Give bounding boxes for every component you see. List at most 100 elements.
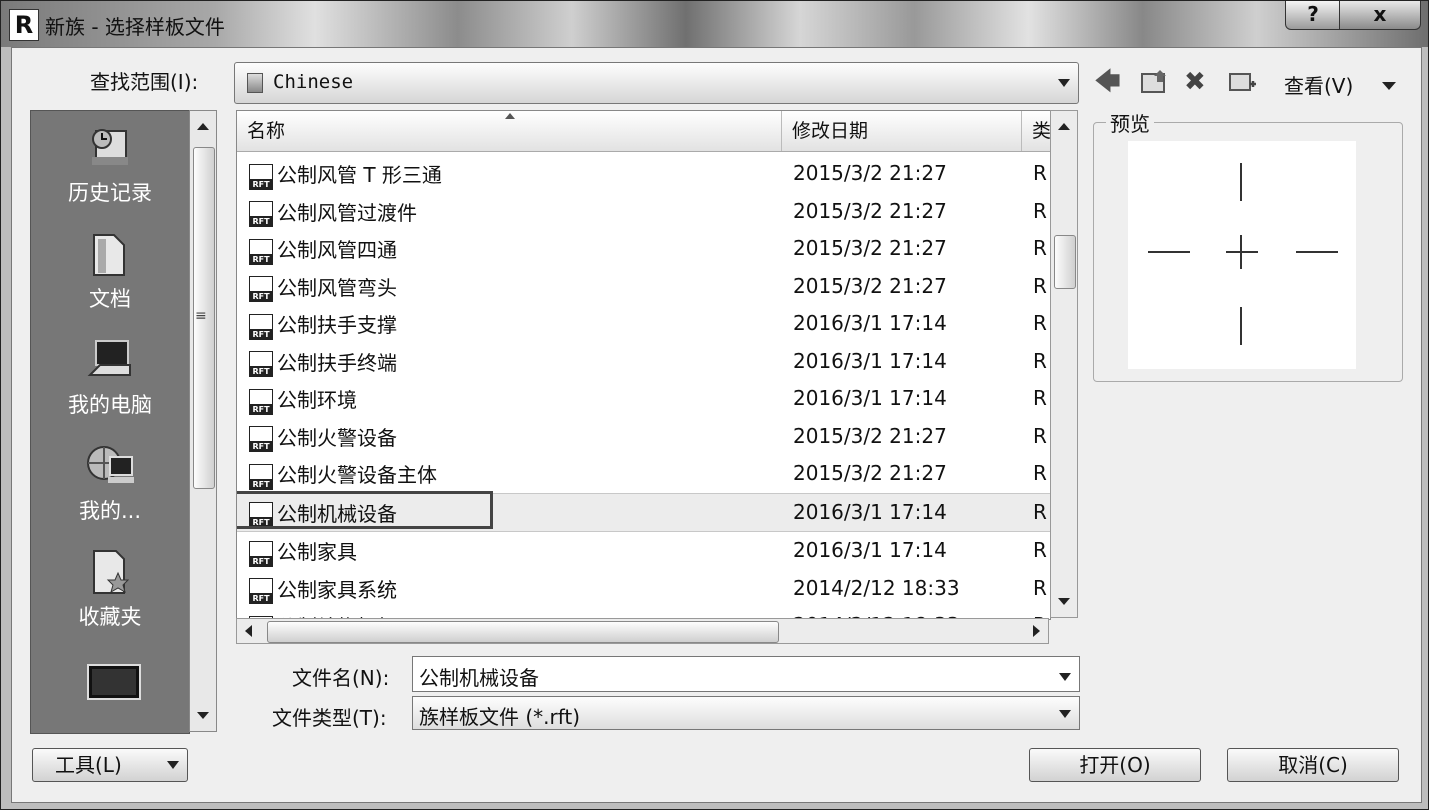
scroll-up-arrow-icon[interactable] (197, 123, 209, 130)
file-row[interactable]: 公制扶手支撑 2016/3/1 17:14 R (237, 305, 1050, 343)
file-list: 名称 修改日期 类 公制风管 T 形三通2015/3/2 21:27R公制风管过… (236, 110, 1051, 620)
filename-label: 文件名(N): (292, 666, 390, 690)
filename-value: 公制机械设备 (419, 666, 539, 690)
rft-file-icon (249, 201, 273, 227)
delete-icon[interactable]: ✖ (1184, 68, 1206, 96)
places-bar: 历史记录 文档 我的电脑 我的... 收藏夹 (30, 110, 190, 734)
dialog-body: 查找范围(I): Chinese 🡄 ✖ 查看(V) 历史记录 文档 我的电脑 … (11, 47, 1422, 803)
place-label: 收藏夹 (78, 605, 142, 629)
file-date: 2014/2/12 18:33 (793, 575, 960, 600)
filetype-dropdown[interactable]: 族样板文件 (*.rft) (412, 696, 1080, 730)
file-date: 2016/3/1 17:14 (793, 499, 947, 524)
file-row[interactable]: 公制风管弯头 2015/3/2 21:27 R (237, 268, 1050, 306)
file-name: 公制扶手终端 (277, 350, 397, 375)
file-type: R (1033, 236, 1047, 260)
file-name-cell: 公制火警设备主体 (249, 459, 437, 490)
place-network[interactable]: 我的... (31, 441, 189, 525)
window-title: 新族 - 选择样板文件 (45, 15, 225, 39)
preview-line (1148, 251, 1190, 253)
dialog-window: R 新族 - 选择样板文件 ? x 查找范围(I): Chinese 🡄 ✖ 查… (0, 0, 1429, 810)
file-name-cell: 公制火警设备 (249, 422, 397, 452)
file-row[interactable]: 公制风管四通 2015/3/2 21:27 R (237, 230, 1050, 268)
file-type: R (1033, 198, 1047, 223)
close-button[interactable]: x (1339, 1, 1421, 30)
rft-file-icon (249, 163, 273, 190)
column-date-header[interactable]: 修改日期 (782, 111, 1022, 151)
tools-button[interactable]: 工具(L) (32, 748, 188, 782)
chevron-down-icon[interactable] (1058, 79, 1070, 87)
scroll-thumb[interactable] (1054, 235, 1076, 289)
file-type: R (1033, 386, 1047, 410)
rft-file-icon (249, 426, 273, 452)
help-button[interactable]: ? (1285, 1, 1341, 30)
file-list-vertical-scrollbar[interactable] (1050, 110, 1078, 618)
preview-line (1296, 251, 1338, 253)
tools-button-label: 工具(L) (55, 753, 122, 777)
computer-icon (86, 335, 134, 385)
file-date: 2016/3/1 17:14 (793, 311, 947, 335)
chevron-down-icon[interactable] (1059, 710, 1071, 718)
preview-label: 预览 (1106, 108, 1154, 137)
file-row[interactable]: 公制火警设备 2015/3/2 21:27 R (237, 418, 1050, 456)
place-history[interactable]: 历史记录 (31, 123, 189, 207)
place-favorites[interactable]: 收藏夹 (31, 547, 189, 631)
file-date: 2016/3/1 17:14 (793, 538, 947, 562)
place-desktop[interactable] (31, 661, 189, 711)
title-bar[interactable]: R 新族 - 选择样板文件 ? x (1, 1, 1428, 47)
rft-file-icon (249, 388, 273, 415)
file-date: 2016/3/1 17:14 (793, 348, 947, 373)
column-type-header[interactable]: 类 (1022, 111, 1050, 151)
documents-icon (86, 229, 134, 279)
file-row[interactable]: 公制风管 T 形三通 2015/3/2 21:27 R (237, 155, 1050, 193)
file-date: 2016/3/1 17:14 (793, 386, 947, 410)
open-button[interactable]: 打开(O) (1029, 748, 1201, 782)
scroll-right-arrow-icon[interactable] (1033, 625, 1040, 637)
file-row[interactable]: 公制扶手终端 2016/3/1 17:14 R (237, 343, 1050, 381)
file-date: 2015/3/2 21:27 (793, 198, 947, 223)
file-row[interactable]: 公制家具系统 2014/2/12 18:33 R (237, 570, 1050, 608)
filetype-value: 族样板文件 (*.rft) (419, 705, 581, 729)
selection-highlight (237, 490, 493, 529)
chevron-down-icon[interactable] (1059, 673, 1071, 681)
places-scrollbar[interactable]: ≡ (189, 110, 217, 732)
file-type: R (1033, 161, 1047, 185)
scroll-down-arrow-icon[interactable] (197, 712, 209, 719)
file-name: 公制环境 (277, 388, 357, 412)
file-list-horizontal-scrollbar[interactable] (236, 618, 1049, 644)
scroll-thumb[interactable] (267, 621, 779, 643)
preview-crosshair-v (1240, 235, 1242, 269)
file-row[interactable]: 公制环境 2016/3/1 17:14 R (237, 380, 1050, 418)
file-name: 公制扶手支撑 (277, 313, 397, 337)
new-folder-icon[interactable] (1228, 68, 1258, 102)
file-name-cell: 公制风管四通 (249, 234, 397, 265)
file-type: R (1033, 499, 1047, 524)
file-name: 公制风管 T 形三通 (277, 163, 442, 187)
file-row[interactable]: 公制家具 2016/3/1 17:14 R (237, 532, 1050, 570)
scroll-down-arrow-icon[interactable] (1058, 598, 1070, 605)
place-my-computer[interactable]: 我的电脑 (31, 335, 189, 419)
file-name-cell: 公制家具 (249, 536, 357, 567)
filename-input[interactable]: 公制机械设备 (412, 656, 1080, 692)
file-type: R (1033, 273, 1047, 298)
preview-line (1240, 307, 1242, 345)
place-documents[interactable]: 文档 (31, 229, 189, 313)
preview-image (1128, 141, 1356, 369)
place-label: 我的... (78, 499, 142, 523)
file-type: R (1033, 538, 1047, 562)
file-type: R (1033, 348, 1047, 373)
scroll-up-arrow-icon[interactable] (1058, 123, 1070, 130)
up-folder-icon[interactable] (1140, 68, 1170, 102)
cancel-button[interactable]: 取消(C) (1227, 748, 1399, 782)
history-icon (86, 123, 134, 173)
file-name: 公制风管四通 (277, 238, 397, 262)
view-menu-button[interactable]: 查看(V) (1284, 70, 1353, 99)
file-date: 2015/3/2 21:27 (793, 423, 947, 448)
lookin-dropdown[interactable]: Chinese (234, 62, 1079, 104)
view-chevron-down-icon[interactable] (1382, 82, 1396, 90)
file-name: 公制家具 (277, 540, 357, 564)
scroll-left-arrow-icon[interactable] (245, 625, 252, 637)
file-row[interactable]: 公制风管过渡件 2015/3/2 21:27 R (237, 193, 1050, 231)
file-row[interactable]: 公制机械设备2016/3/1 17:14R (237, 490, 1050, 532)
back-arrow-icon[interactable]: 🡄 (1094, 68, 1121, 96)
file-row[interactable]: 公制火警设备主体 2015/3/2 21:27 R (237, 455, 1050, 493)
